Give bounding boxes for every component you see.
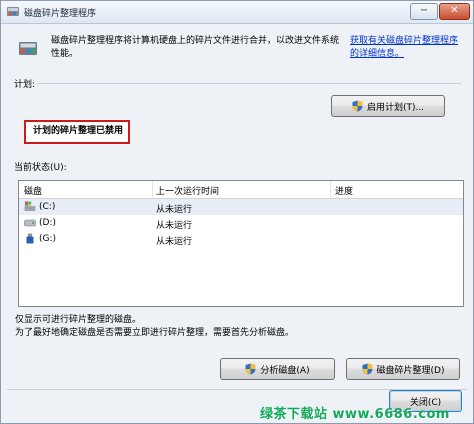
analyze-disk-button[interactable]: 分析磁盘(A) [220,358,335,380]
last-run-time: 从未运行 [156,221,193,231]
enable-schedule-button[interactable]: 启用计划(T)... [331,95,445,117]
defrag-app-icon [7,7,19,16]
close-window-button[interactable]: ✕ [439,3,470,20]
minimize-button[interactable]: − [410,3,438,20]
disk-list-header: 磁盘 上一次运行时间 进度 [19,181,463,199]
column-progress[interactable]: 进度 [335,184,353,197]
usb-drive-icon [26,233,34,244]
note-line-2: 为了最好地确定磁盘是否需要立即进行碎片整理，需要首先分析磁盘。 [15,328,295,338]
uac-shield-icon [245,363,256,375]
hard-drive-icon [24,219,36,227]
defragment-disk-label: 磁盘碎片整理(D) [376,365,445,376]
uac-shield-icon [352,100,363,112]
disk-name: (G:) [39,234,57,244]
note-line-1: 仅显示可进行碎片整理的磁盘。 [15,315,142,325]
column-last-run[interactable]: 上一次运行时间 [156,184,219,197]
uac-shield-icon [362,363,373,375]
help-link[interactable]: 获取有关磁盘碎片整理程序的详细信息。 [350,35,462,61]
title-bar[interactable]: 磁盘碎片整理程序 − ✕ [1,1,473,24]
disk-name: (D:) [39,218,56,228]
site-watermark: 绿茶下载站 www.6686.com [260,407,450,422]
disk-row-d[interactable]: (D:) 从未运行 [19,215,463,231]
defrag-header-icon [19,42,37,55]
schedule-divider [36,83,461,84]
schedule-label: 计划: [14,80,36,90]
last-run-time: 从未运行 [156,205,193,215]
disk-row-g[interactable]: (G:) 从未运行 [19,231,463,247]
disk-row-c[interactable]: (C:) 从未运行 [19,199,463,215]
column-divider [152,181,153,198]
enable-schedule-label: 启用计划(T)... [366,102,425,113]
defrag-window: 磁盘碎片整理程序 − ✕ 磁盘碎片整理程序将计算机硬盘上的碎片文件进行合并，以改… [0,0,474,424]
system-drive-icon [24,201,36,211]
schedule-status: 计划的碎片整理已禁用 [24,120,130,144]
last-run-time: 从未运行 [156,237,193,247]
column-divider [330,181,331,198]
column-disk[interactable]: 磁盘 [24,184,42,197]
analyze-disk-label: 分析磁盘(A) [260,365,310,376]
current-status-label: 当前状态(U): [14,163,67,173]
intro-text: 磁盘碎片整理程序将计算机硬盘上的碎片文件进行合并，以改进文件系统性能。 [51,36,340,59]
defragment-disk-button[interactable]: 磁盘碎片整理(D) [346,358,460,380]
disk-list[interactable]: 磁盘 上一次运行时间 进度 (C:) 从未运行 (D:) 从未运行 (G:) 从… [18,180,464,307]
disk-name: (C:) [39,202,56,212]
main-content: 磁盘碎片整理程序将计算机硬盘上的碎片文件进行合并，以改进文件系统性能。 获取有关… [7,28,467,418]
window-title: 磁盘碎片整理程序 [24,9,97,19]
